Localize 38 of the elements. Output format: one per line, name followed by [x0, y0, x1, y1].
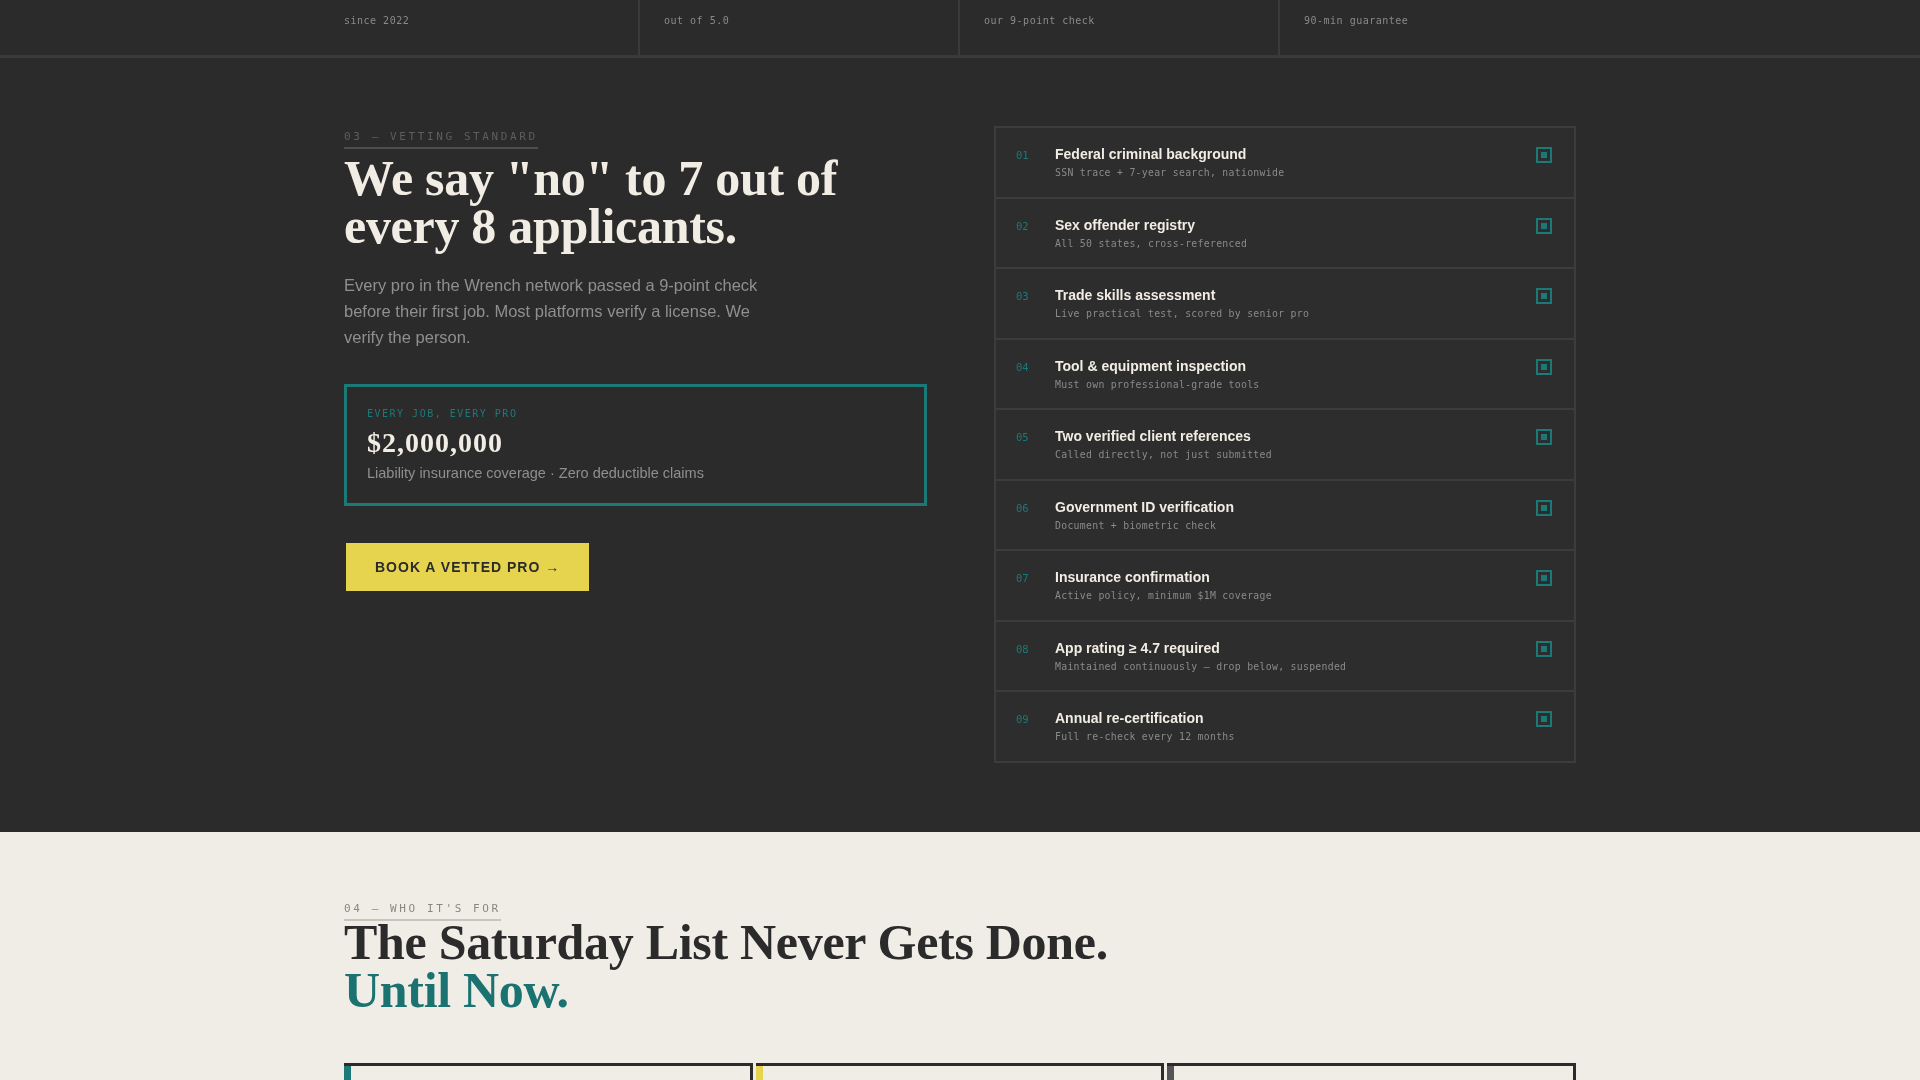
- check-number: 01: [1016, 149, 1029, 161]
- check-number: 08: [1016, 642, 1029, 655]
- book-pro-button[interactable]: BOOK A VETTED PRO →: [346, 543, 590, 591]
- check-title: Insurance confirmation: [1055, 568, 1210, 587]
- check-title: Federal criminal background: [1055, 145, 1247, 164]
- check-number: 09: [1016, 713, 1029, 725]
- check-detail: Called directly, not just submitted: [1055, 448, 1272, 462]
- stat-caption: since 2022: [344, 15, 410, 26]
- stat-caption: 90-min guarantee: [1304, 15, 1409, 26]
- insurance-caption: Liability insurance coverage · Zero deductible claims: [367, 464, 704, 483]
- check-number: 06: [1016, 501, 1029, 514]
- insurance-amount: $2,000,000: [367, 426, 503, 460]
- check-detail: Active policy, minimum $1M coverage: [1055, 589, 1272, 603]
- check-number: 04: [1016, 360, 1029, 373]
- check-title: Sex offender registry: [1055, 215, 1196, 235]
- check-detail: Live practical test, scored by senior pro: [1055, 307, 1310, 321]
- stat-caption: our 9-point check: [984, 15, 1095, 26]
- check-title: Government ID verification: [1055, 497, 1234, 517]
- check-title: Annual re-certification: [1055, 709, 1204, 728]
- check-number: 03: [1016, 290, 1029, 302]
- check-title: Trade skills assessment: [1055, 286, 1216, 305]
- section-description: Every pro in the Wrench network passed a 9-point check before their first job. Most platforms verify a license. We verify the person.: [344, 275, 759, 348]
- check-number: 02: [1016, 219, 1029, 232]
- check-number: 05: [1016, 431, 1029, 443]
- check-detail: Maintained continuously — drop below, suspended: [1055, 659, 1347, 674]
- section-eyebrow: 04 — WHO IT'S FOR: [344, 901, 501, 916]
- insurance-eyebrow: EVERY JOB, EVERY PRO: [367, 407, 518, 421]
- check-title: Tool & equipment inspection: [1055, 356, 1247, 376]
- check-detail: Must own professional-grade tools: [1055, 377, 1260, 392]
- check-detail: SSN trace + 7-year search, nationwide: [1055, 166, 1285, 180]
- section-heading-accent: Until Now.: [344, 965, 569, 1014]
- check-title: Two verified client references: [1055, 427, 1251, 446]
- stat-caption: out of 5.0: [664, 15, 730, 26]
- check-number: 07: [1016, 572, 1029, 584]
- check-detail: Full re-check every 12 months: [1055, 730, 1235, 744]
- check-title: App rating ≥ 4.7 required: [1055, 638, 1220, 658]
- check-detail: Document + biometric check: [1055, 518, 1217, 533]
- check-detail: All 50 states, cross-referenced: [1055, 236, 1248, 251]
